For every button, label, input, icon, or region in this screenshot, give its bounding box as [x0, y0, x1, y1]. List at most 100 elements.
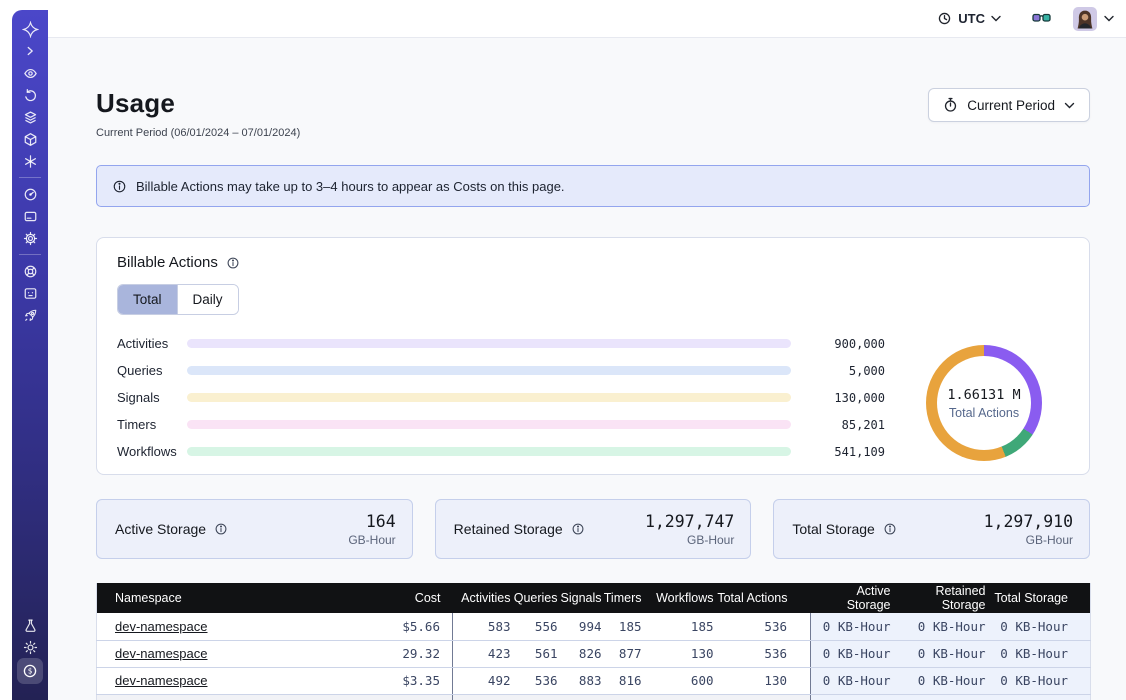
bar-track	[187, 393, 791, 402]
eye-icon[interactable]	[16, 62, 44, 84]
asterisk-icon[interactable]	[16, 150, 44, 172]
cell-timers: 816	[602, 667, 642, 694]
table-header-row: Namespace Cost Activities Queries Signal…	[97, 583, 1091, 613]
storage-card-value: 1,297,747	[645, 512, 734, 531]
table-row: dev-namespace 29.32 423 561 826 877 130 …	[97, 640, 1091, 667]
storage-summary-row: Active Storage 164 GB-Hour Retained Stor…	[96, 499, 1090, 559]
cell-retained-storage: 0 KB-Hour	[891, 667, 986, 694]
billable-actions-chart: Activities 900,000 Queries 5,000 Signals…	[117, 339, 1069, 461]
total-storage-card: Total Storage 1,297,910 GB-Hour	[773, 499, 1090, 559]
clock-icon	[937, 11, 952, 26]
cell-active-storage: 0 KB-Hour	[811, 613, 891, 640]
cell-queries: 536	[511, 667, 558, 694]
temporal-logo-icon[interactable]	[16, 18, 44, 40]
table-row: dev-namespace $3.35 492 536 883 816 600 …	[97, 667, 1091, 694]
page-title: Usage	[96, 88, 300, 119]
info-banner-text: Billable Actions may take up to 3–4 hour…	[136, 179, 565, 194]
terminal-icon[interactable]	[16, 282, 44, 304]
bar-label: Workflows	[117, 444, 179, 459]
cell-signals: 883	[558, 667, 602, 694]
sidebar-divider	[19, 254, 41, 255]
cell-timers: 877	[602, 640, 642, 667]
retained-storage-card: Retained Storage 1,297,747 GB-Hour	[435, 499, 752, 559]
bar-label: Timers	[117, 417, 179, 432]
history-icon[interactable]	[16, 84, 44, 106]
cell-cost: $3.35	[387, 667, 453, 694]
info-icon	[214, 522, 228, 536]
labs-flask-icon[interactable]	[16, 614, 44, 636]
bar-value: 130,000	[805, 391, 885, 405]
cell-active-storage: 0 KB-Hour	[811, 640, 891, 667]
donut-center-value: 1.66131 M	[947, 387, 1020, 403]
bar-label: Activities	[117, 336, 179, 351]
info-icon	[883, 522, 897, 536]
namespace-link[interactable]: dev-namespace	[115, 673, 208, 688]
table-row: dev-namespace $5.66 583 556 994 185 185 …	[97, 613, 1091, 640]
billable-actions-card: Billable Actions Total Daily Activities …	[96, 237, 1090, 475]
svg-text:$: $	[28, 667, 33, 676]
bar-row-workflows: Workflows 541,109	[117, 447, 885, 456]
table-row-partial	[97, 694, 1091, 700]
cell-signals: 826	[558, 640, 602, 667]
col-header-total-actions: Total Actions	[714, 583, 811, 613]
total-actions-donut: 1.66131 M Total Actions	[926, 345, 1042, 461]
cell-total-actions: 130	[714, 667, 811, 694]
user-menu[interactable]	[1073, 7, 1114, 31]
cell-workflows: 600	[642, 667, 714, 694]
col-header-namespace: Namespace	[97, 583, 387, 613]
main-content: Usage Current Period (06/01/2024 – 07/01…	[48, 38, 1126, 700]
namespace-link[interactable]: dev-namespace	[115, 646, 208, 661]
cell-total-storage: 0 KB-Hour	[986, 613, 1091, 640]
cell-total-storage: 0 KB-Hour	[986, 667, 1091, 694]
bar-row-timers: Timers 85,201	[117, 420, 885, 429]
bar-track	[187, 447, 791, 456]
cell-workflows: 130	[642, 640, 714, 667]
timezone-selector[interactable]: UTC	[937, 11, 1001, 26]
theme-sun-icon[interactable]	[16, 636, 44, 658]
billing-card-icon[interactable]	[16, 205, 44, 227]
period-dropdown-button[interactable]: Current Period	[928, 88, 1090, 122]
bar-value: 541,109	[805, 445, 885, 459]
bar-label: Signals	[117, 390, 179, 405]
tab-total[interactable]: Total	[118, 285, 177, 314]
cell-retained-storage: 0 KB-Hour	[891, 613, 986, 640]
chevron-down-icon	[1064, 102, 1075, 109]
feedback-glasses-icon[interactable]	[1027, 8, 1055, 30]
cell-timers: 185	[602, 613, 642, 640]
settings-gear-icon[interactable]	[16, 227, 44, 249]
cell-signals: 994	[558, 613, 602, 640]
col-header-timers: Timers	[602, 583, 642, 613]
support-lifebuoy-icon[interactable]	[16, 260, 44, 282]
sidebar-nav: $	[12, 10, 48, 700]
avatar	[1073, 7, 1097, 31]
bar-row-queries: Queries 5,000	[117, 366, 885, 375]
bar-row-activities: Activities 900,000	[117, 339, 885, 348]
rocket-icon[interactable]	[16, 304, 44, 326]
cell-activities: 583	[453, 613, 511, 640]
cell-cost: 29.32	[387, 640, 453, 667]
cell-cost: $5.66	[387, 613, 453, 640]
storage-card-value: 164	[348, 512, 395, 531]
cell-queries: 556	[511, 613, 558, 640]
chart-view-tabs: Total Daily	[117, 284, 239, 315]
cell-workflows: 185	[642, 613, 714, 640]
gauge-icon[interactable]	[16, 183, 44, 205]
cell-active-storage: 0 KB-Hour	[811, 667, 891, 694]
info-icon	[226, 256, 240, 270]
bar-track	[187, 339, 791, 348]
tab-daily[interactable]: Daily	[177, 285, 238, 314]
usage-dollar-icon[interactable]: $	[17, 658, 43, 684]
info-banner: Billable Actions may take up to 3–4 hour…	[96, 165, 1090, 207]
col-header-signals: Signals	[558, 583, 602, 613]
stopwatch-icon	[943, 97, 958, 113]
namespace-link[interactable]: dev-namespace	[115, 619, 208, 634]
chevron-down-icon	[991, 15, 1001, 22]
cube-icon[interactable]	[16, 128, 44, 150]
storage-card-label: Retained Storage	[454, 521, 563, 537]
layers-icon[interactable]	[16, 106, 44, 128]
expand-chevron-icon[interactable]	[16, 40, 44, 62]
bar-value: 900,000	[805, 337, 885, 351]
sidebar-divider	[19, 177, 41, 178]
topbar: UTC	[48, 0, 1126, 38]
storage-card-unit: GB-Hour	[348, 533, 395, 547]
